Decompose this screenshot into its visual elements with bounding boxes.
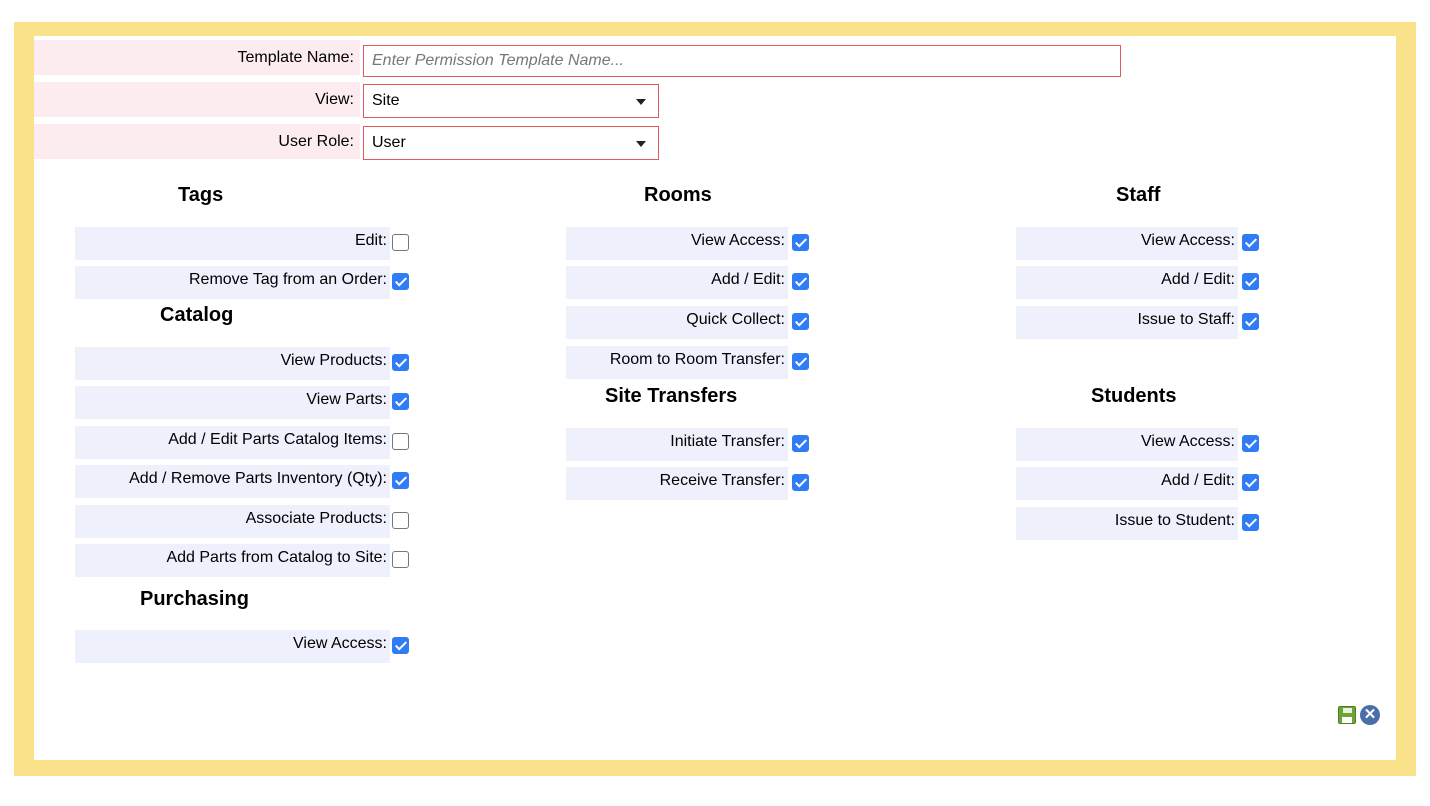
permission-label: Room to Room Transfer: [566,346,788,379]
section-title-rooms: Rooms [644,184,712,206]
permission-row: Quick Collect: [566,306,812,339]
permission-label: Add / Edit Parts Catalog Items: [75,426,390,459]
permission-checkbox[interactable] [792,313,809,330]
permission-row: Add / Remove Parts Inventory (Qty): [75,465,412,498]
dialog-frame: Template Name: View: Site User Role: Use… [14,22,1416,776]
permission-checkbox[interactable] [1242,313,1259,330]
permission-label: Edit: [75,227,390,260]
permission-row: Add Parts from Catalog to Site: [75,544,412,577]
permission-label: Add / Edit: [1016,266,1238,299]
view-label: View: [34,82,360,117]
permission-row: Issue to Student: [1016,507,1262,540]
permission-row: Remove Tag from an Order: [75,266,412,299]
user-role-select[interactable]: User [363,126,659,160]
permission-label: View Access: [1016,227,1238,260]
permission-row: Initiate Transfer: [566,428,812,461]
permission-label: View Products: [75,347,390,380]
section-title-staff: Staff [1116,184,1161,206]
permission-checkbox[interactable] [392,273,409,290]
permission-row: View Access: [1016,428,1262,461]
permission-checkbox[interactable] [392,433,409,450]
permission-label: Add Parts from Catalog to Site: [75,544,390,577]
cancel-icon[interactable]: ✕ [1360,705,1380,725]
permission-row: Receive Transfer: [566,467,812,500]
view-row: View: Site [34,82,674,118]
section-title-tags: Tags [178,184,224,206]
user-role-label: User Role: [34,124,360,159]
permission-label: Quick Collect: [566,306,788,339]
permission-checkbox[interactable] [392,393,409,410]
chevron-down-icon [636,141,646,147]
permission-label: Receive Transfer: [566,467,788,500]
permission-label: Remove Tag from an Order: [75,266,390,299]
permission-label: Issue to Staff: [1016,306,1238,339]
user-role-select-value: User [372,134,406,151]
permission-label: View Access: [1016,428,1238,461]
view-select[interactable]: Site [363,84,659,118]
permission-row: Add / Edit: [566,266,812,299]
template-name-row: Template Name: [34,40,1134,77]
permission-row: View Parts: [75,386,412,419]
permission-checkbox[interactable] [392,637,409,654]
permission-checkbox[interactable] [1242,435,1259,452]
permission-row: Room to Room Transfer: [566,346,812,379]
dialog-actions: ✕ [1338,704,1382,726]
permission-row: View Products: [75,347,412,380]
permission-row: View Access: [566,227,812,260]
section-title-purchasing: Purchasing [140,588,249,610]
permission-row: Add / Edit Parts Catalog Items: [75,426,412,459]
permission-label: View Parts: [75,386,390,419]
permission-row: Issue to Staff: [1016,306,1262,339]
permission-checkbox[interactable] [392,472,409,489]
save-icon[interactable] [1338,706,1356,724]
permission-checkbox[interactable] [792,234,809,251]
section-title-site-transfers: Site Transfers [605,385,738,407]
permission-row: Add / Edit: [1016,467,1262,500]
template-name-input[interactable] [363,45,1121,77]
permission-checkbox[interactable] [392,512,409,529]
permission-checkbox[interactable] [392,551,409,568]
permission-checkbox[interactable] [792,435,809,452]
permission-label: View Access: [75,630,390,663]
permission-checkbox[interactable] [392,354,409,371]
permission-label: Add / Edit: [566,266,788,299]
permission-checkbox[interactable] [792,273,809,290]
permission-row: View Access: [1016,227,1262,260]
permission-row: Edit: [75,227,412,260]
section-title-students: Students [1091,385,1177,407]
view-select-value: Site [372,92,400,109]
permission-label: Add / Remove Parts Inventory (Qty): [75,465,390,498]
permission-row: View Access: [75,630,412,663]
user-role-row: User Role: User [34,124,674,160]
permission-template-panel: Template Name: View: Site User Role: Use… [34,36,1396,760]
permission-checkbox[interactable] [1242,514,1259,531]
permission-label: View Access: [566,227,788,260]
permission-label: Add / Edit: [1016,467,1238,500]
permission-checkbox[interactable] [392,234,409,251]
permission-checkbox[interactable] [1242,234,1259,251]
permission-row: Associate Products: [75,505,412,538]
permission-checkbox[interactable] [792,474,809,491]
section-title-catalog: Catalog [160,304,234,326]
template-name-label: Template Name: [34,40,360,75]
permission-label: Issue to Student: [1016,507,1238,540]
permission-label: Initiate Transfer: [566,428,788,461]
permission-row: Add / Edit: [1016,266,1262,299]
chevron-down-icon [636,99,646,105]
permission-checkbox[interactable] [792,353,809,370]
permission-label: Associate Products: [75,505,390,538]
permission-checkbox[interactable] [1242,273,1259,290]
permission-checkbox[interactable] [1242,474,1259,491]
